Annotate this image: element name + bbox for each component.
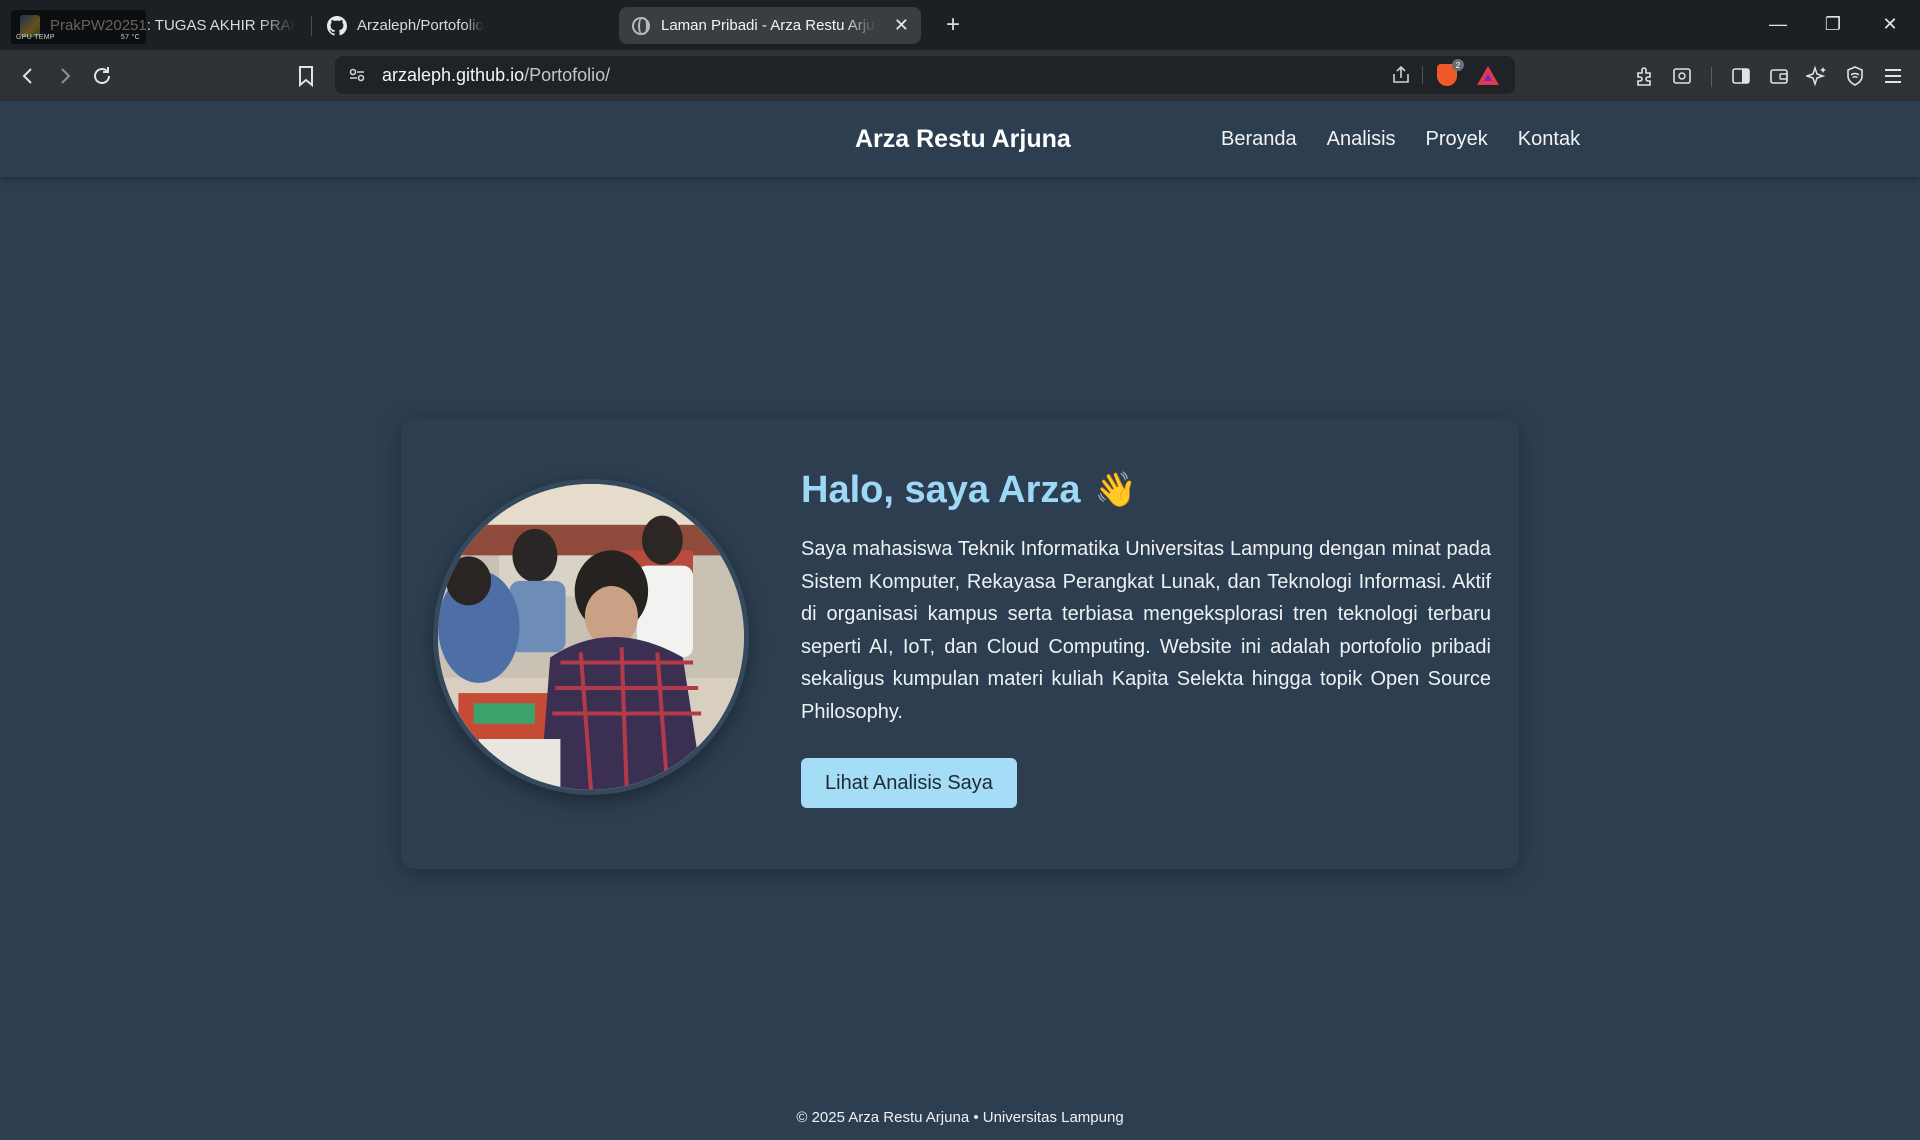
close-tab-icon[interactable]: ✕	[884, 15, 909, 36]
globe-icon	[631, 16, 651, 36]
site-navbar: Arza Restu Arjuna Beranda Analisis Proye…	[0, 101, 1920, 177]
gpu-temp-value: 57 °C	[120, 34, 140, 41]
nav-link-analisis[interactable]: Analisis	[1327, 128, 1396, 151]
site-settings-icon[interactable]	[344, 62, 370, 88]
tab-github[interactable]: Arzaleph/Portofolio	[315, 7, 615, 44]
hero-title-text: Halo, saya Arza	[801, 469, 1081, 511]
vpn-shield-icon[interactable]	[1842, 63, 1868, 89]
url-divider	[1422, 66, 1423, 84]
shields-count-badge: 2	[1452, 59, 1464, 71]
reload-icon[interactable]	[89, 63, 115, 89]
brave-shields-icon[interactable]: 2	[1434, 59, 1464, 88]
hero-card: Halo, saya Arza 👋 Saya mahasiswa Teknik I…	[401, 419, 1519, 869]
close-window-button[interactable]: ✕	[1870, 10, 1910, 38]
share-icon[interactable]	[1388, 62, 1414, 88]
restore-button[interactable]: ❐	[1813, 10, 1853, 38]
new-tab-button[interactable]: +	[938, 10, 968, 40]
tab-active-portfolio[interactable]: Laman Pribadi - Arza Restu Arjuna ✕	[619, 7, 921, 44]
github-icon	[327, 15, 347, 36]
url-text: arzaleph.github.io/Portofolio/	[382, 65, 610, 86]
brave-rewards-icon[interactable]	[1475, 62, 1501, 88]
browser-tabstrip: PrakPW20251: TUGAS AKHIR PRAKTIKUM GPU T…	[0, 0, 1920, 50]
minimize-button[interactable]: —	[1758, 10, 1798, 38]
forward-icon[interactable]	[52, 63, 78, 89]
site-brand[interactable]: Arza Restu Arjuna	[855, 125, 1071, 154]
url-path: /Portofolio/	[524, 65, 611, 85]
tab-separator	[311, 16, 312, 36]
address-bar[interactable]: arzaleph.github.io/Portofolio/ 2	[335, 56, 1515, 94]
sidebar-toggle-icon[interactable]	[1728, 63, 1754, 89]
nav-link-beranda[interactable]: Beranda	[1221, 128, 1297, 151]
extensions-icon[interactable]	[1632, 63, 1658, 89]
url-host: arzaleph.github.io	[382, 65, 525, 85]
waving-hand-icon: 👋	[1094, 471, 1137, 509]
leo-ai-icon[interactable]	[1804, 63, 1830, 89]
back-icon[interactable]	[15, 63, 41, 89]
tab-title: Arzaleph/Portofolio	[357, 17, 484, 34]
hero-title: Halo, saya Arza 👋	[801, 469, 1137, 512]
gpu-temp-overlay: GPU TEMP 57 °C	[11, 10, 146, 44]
gpu-temp-label: GPU TEMP	[16, 34, 55, 41]
wallet-icon[interactable]	[1766, 63, 1792, 89]
menu-icon[interactable]	[1880, 63, 1906, 89]
bookmark-icon[interactable]	[293, 63, 319, 89]
nav-links: Beranda Analisis Proyek Kontak	[1221, 128, 1580, 151]
toolbar-divider	[1711, 67, 1712, 87]
hero-description: Saya mahasiswa Teknik Informatika Univer…	[801, 538, 1491, 723]
view-analysis-button[interactable]: Lihat Analisis Saya	[801, 758, 1017, 808]
nav-link-proyek[interactable]: Proyek	[1426, 128, 1488, 151]
browser-toolbar: arzaleph.github.io/Portofolio/ 2	[0, 50, 1920, 101]
page-search-icon[interactable]	[1669, 63, 1695, 89]
tab-title: Laman Pribadi - Arza Restu Arjuna	[661, 17, 876, 34]
site-footer: © 2025 Arza Restu Arjuna • Universitas L…	[796, 1109, 1124, 1126]
profile-photo	[433, 479, 749, 795]
nav-link-kontak[interactable]: Kontak	[1518, 128, 1580, 151]
